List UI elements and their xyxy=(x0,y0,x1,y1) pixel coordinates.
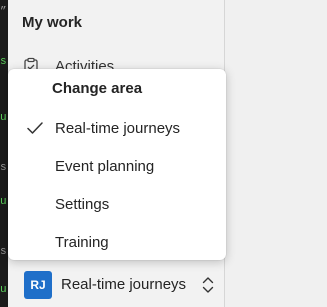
menu-item-label: Event planning xyxy=(55,157,155,175)
menu-item-label: Settings xyxy=(55,195,110,213)
strip-mark: u xyxy=(0,196,7,208)
area-switcher-button[interactable]: RJ Real-time journeys xyxy=(16,264,224,306)
background-terminal-strip: ” s u s u s u xyxy=(0,0,8,307)
chevron-up-down-icon xyxy=(201,275,215,295)
menu-item-settings[interactable]: Settings xyxy=(8,187,226,221)
menu-item-label: Training xyxy=(55,233,109,251)
strip-mark: s xyxy=(0,56,7,68)
strip-mark: s xyxy=(0,162,7,174)
area-avatar: RJ xyxy=(24,271,52,299)
section-title-my-work: My work xyxy=(22,14,83,31)
strip-mark: ” xyxy=(0,6,7,18)
strip-mark: s xyxy=(0,246,7,258)
strip-mark: u xyxy=(0,284,7,296)
main-content-area xyxy=(225,0,327,307)
menu-item-label: Real-time journeys xyxy=(55,119,181,137)
menu-header: Change area xyxy=(52,80,143,97)
checkmark-icon xyxy=(26,120,44,136)
change-area-menu: Change area Real-time journeys Event pla… xyxy=(8,69,226,260)
menu-item-training[interactable]: Training xyxy=(8,225,226,259)
strip-mark: u xyxy=(0,112,7,124)
menu-item-real-time-journeys[interactable]: Real-time journeys xyxy=(8,111,226,145)
area-switcher-label: Real-time journeys xyxy=(61,276,187,293)
menu-item-event-planning[interactable]: Event planning xyxy=(8,149,226,183)
